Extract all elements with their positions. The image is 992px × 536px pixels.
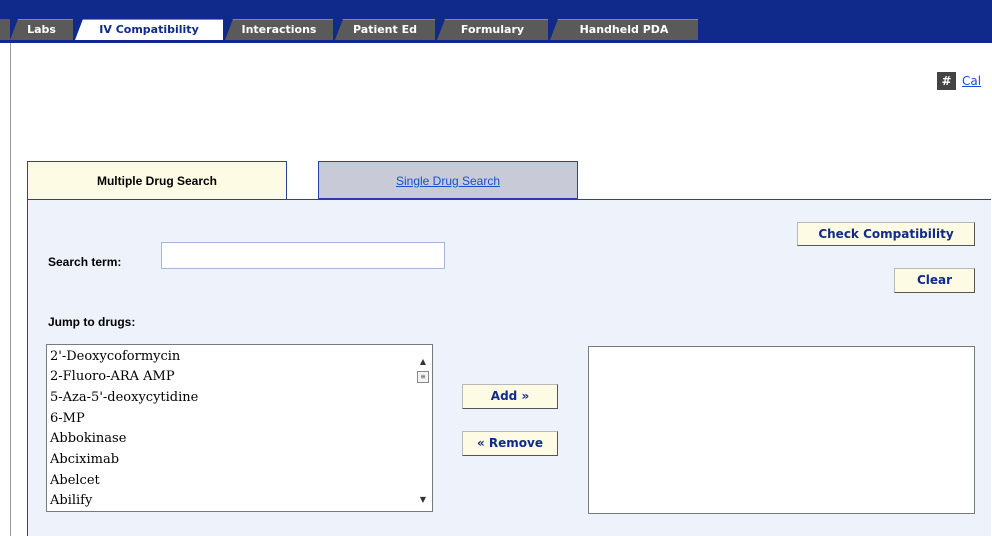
search-term-label: Search term: [48, 255, 122, 269]
scroll-down-icon[interactable]: ▼ [418, 495, 428, 504]
scrollbar-thumb[interactable]: ≡ [417, 371, 429, 383]
calculator-link[interactable]: Cal [962, 74, 981, 88]
left-border [10, 43, 11, 536]
drug-listbox[interactable]: 2'-Deoxycoformycin 2-Fluoro-ARA AMP 5-Az… [46, 344, 433, 512]
drug-list-item[interactable]: Abciximab [50, 452, 119, 467]
scroll-up-icon[interactable]: ▲ [418, 357, 428, 366]
search-input[interactable] [161, 242, 445, 269]
drug-list-item[interactable]: Abbokinase [50, 431, 126, 446]
tab-left-edge [0, 19, 10, 40]
add-button[interactable]: Add » [462, 384, 558, 409]
tab-handheld-pda[interactable]: Handheld PDA [550, 19, 698, 40]
drug-list-item[interactable]: 2'-Deoxycoformycin [50, 349, 180, 364]
clear-button[interactable]: Clear [894, 268, 975, 293]
drug-list-item[interactable]: 6-MP [50, 411, 85, 426]
nav-underline [0, 40, 992, 43]
jump-to-drugs-label: Jump to drugs: [48, 315, 136, 329]
check-compatibility-button[interactable]: Check Compatibility [797, 222, 975, 246]
drug-list-item[interactable]: 2-Fluoro-ARA AMP [50, 369, 175, 384]
tab-patient-ed[interactable]: Patient Ed [335, 19, 435, 40]
tab-interactions[interactable]: Interactions [225, 19, 333, 40]
tab-iv-compatibility[interactable]: IV Compatibility [75, 19, 223, 40]
remove-button[interactable]: « Remove [462, 431, 558, 456]
drug-list-item[interactable]: Abelcet [50, 473, 100, 488]
tab-formulary[interactable]: Formulary [437, 19, 548, 40]
calculator-icon[interactable]: # [937, 72, 956, 90]
tab-single-drug-search[interactable]: Single Drug Search [318, 161, 578, 199]
drug-list-item[interactable]: 5-Aza-5'-deoxycytidine [50, 390, 198, 405]
drug-list-item[interactable]: Abilify [50, 493, 92, 508]
tab-multiple-drug-search[interactable]: Multiple Drug Search [27, 161, 287, 199]
selected-drugs-listbox[interactable] [588, 346, 975, 514]
tab-labs[interactable]: Labs [10, 19, 73, 40]
